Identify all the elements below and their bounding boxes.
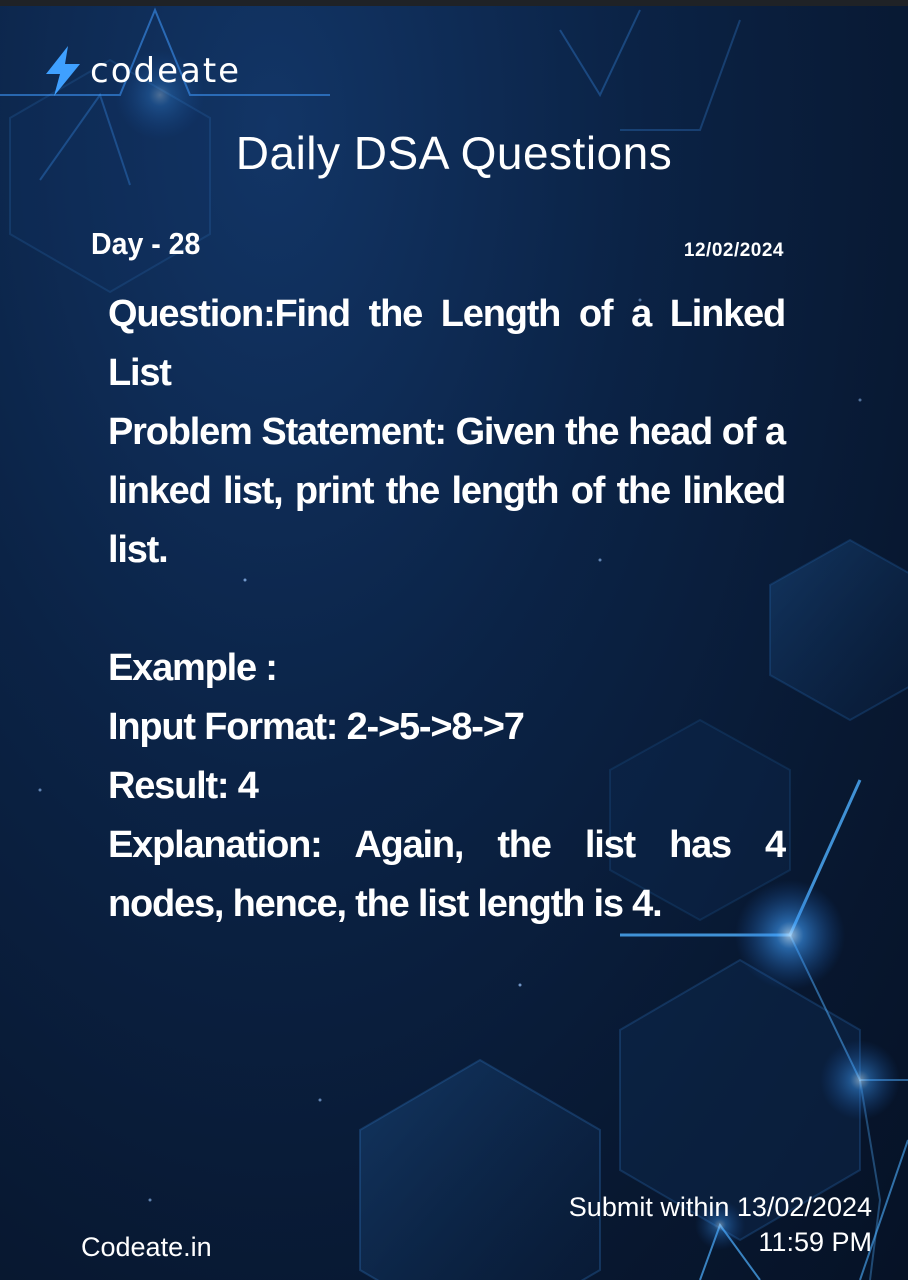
submit-deadline-time: 11:59 PM [758,1227,872,1257]
lightning-bolt-icon [44,46,82,96]
submit-deadline-date: Submit within 13/02/2024 [568,1192,872,1222]
example-result: Result: 4 [108,765,259,807]
day-label: Day - 28 [91,226,201,261]
example-heading: Example : [108,647,278,689]
brand-logo: codeate [44,46,241,96]
poster: codeate Daily DSA Questions Day - 28 12/… [0,0,908,1280]
question-content: Question:Find the Length of a Linked Lis… [108,285,786,934]
page-title: Daily DSA Questions [235,127,673,179]
date-label: 12/02/2024 [683,240,784,261]
question-title: Question:Find the Length of a Linked Lis… [108,293,786,394]
brand-name: codeate [90,51,242,91]
submit-deadline: Submit within 13/02/2024 11:59 PM [569,1190,872,1260]
footer-site-link[interactable]: Codeate.in [81,1232,212,1263]
example-explanation: Explanation: Again, the list has 4 nodes… [108,824,786,925]
example-input: Input Format: 2->5->8->7 [108,706,525,748]
problem-statement: Problem Statement: Given the head of a l… [108,411,786,571]
